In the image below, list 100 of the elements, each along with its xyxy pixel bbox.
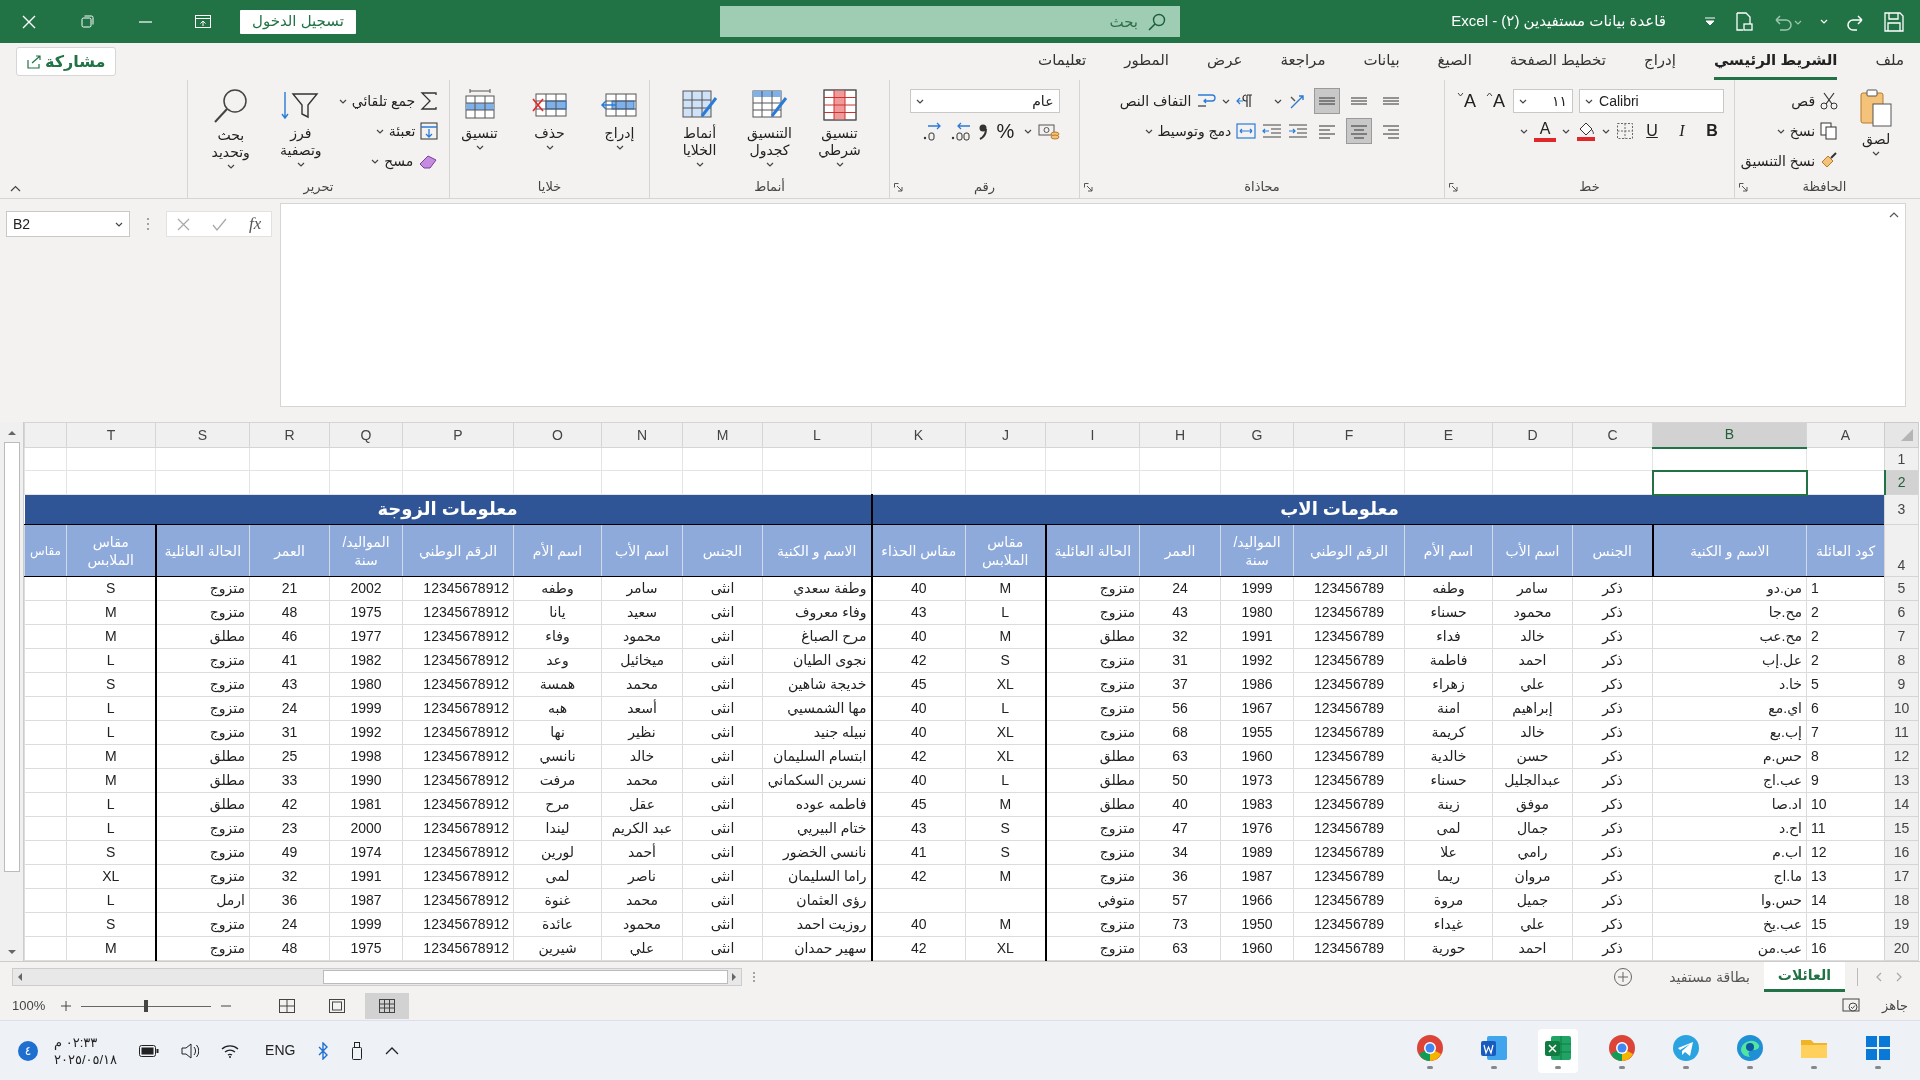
increase-decimal-icon[interactable] [949, 121, 972, 141]
show-hidden-icons-icon[interactable] [385, 1046, 400, 1055]
underline-button[interactable]: U [1640, 119, 1664, 143]
ribbon-button[interactable]: فرز وتصفية [268, 88, 333, 167]
clock-date[interactable]: ٢٠٢٥/٠٥/١٨ [54, 1050, 118, 1068]
decrease-font-button[interactable]: A [1455, 92, 1478, 110]
italic-button[interactable]: I [1670, 119, 1694, 143]
column-header[interactable]: D [1492, 422, 1573, 448]
enter-icon[interactable] [212, 217, 227, 231]
alignment-button[interactable] [1346, 118, 1373, 144]
ribbon-button[interactable]: إدراج [587, 88, 652, 150]
paper-plane-icon[interactable] [1671, 1032, 1701, 1063]
row-header[interactable]: 18 [1884, 888, 1919, 913]
round-browser-icon[interactable] [1415, 1032, 1445, 1063]
dialog-launcher-icon[interactable] [1739, 183, 1748, 192]
sign-in-button[interactable]: تسجيل الدخول [240, 9, 356, 34]
name-box[interactable]: B2 [6, 211, 130, 237]
row-header[interactable]: 13 [1884, 768, 1919, 793]
column-header[interactable]: S [155, 422, 250, 448]
accessibility-icon[interactable] [1841, 998, 1860, 1014]
print-preview-icon[interactable] [1734, 11, 1754, 32]
ribbon-button[interactable]: نسخ التنسيق [1740, 150, 1839, 172]
row-header[interactable]: 3 [1884, 494, 1919, 525]
collapse-ribbon-icon[interactable] [10, 185, 21, 192]
ribbon-tab[interactable]: المطور [1124, 43, 1169, 80]
dialog-launcher-icon[interactable] [894, 183, 903, 192]
ribbon-button[interactable]: قص [1791, 90, 1839, 112]
column-header[interactable]: T [66, 422, 156, 448]
row-header[interactable]: 20 [1884, 936, 1919, 961]
fill-color-icon[interactable] [1576, 121, 1596, 141]
row-header[interactable]: 9 [1884, 672, 1919, 697]
row-header[interactable]: 4 [1884, 524, 1919, 577]
formula-input[interactable] [280, 203, 1906, 407]
borders-icon[interactable] [1616, 122, 1634, 140]
ribbon-tab[interactable]: تعليمات [1038, 43, 1087, 80]
language-indicator[interactable]: ENG [265, 1040, 296, 1061]
column-header[interactable]: I [1045, 422, 1140, 448]
ribbon-button[interactable]: حذف [517, 88, 582, 150]
ribbon-button[interactable]: جمع تلقائي [338, 90, 439, 112]
ribbon-button[interactable]: تنسيق شرطي [807, 88, 872, 167]
row-header[interactable]: 15 [1884, 816, 1919, 841]
row-header[interactable]: 1 [1884, 447, 1919, 471]
sheet-tab[interactable]: بطاقة مستفيد [1655, 962, 1764, 992]
round-browser-icon[interactable] [1607, 1032, 1637, 1063]
horizontal-scrollbar[interactable] [12, 968, 742, 986]
ribbon-tab[interactable]: بيانات [1363, 43, 1400, 80]
cancel-icon[interactable] [177, 217, 190, 231]
ribbon-button[interactable]: دمج وتوسيط [1144, 120, 1257, 142]
row-header[interactable]: 6 [1884, 600, 1919, 625]
dialog-launcher-icon[interactable] [1084, 183, 1093, 192]
ribbon-button[interactable]: بحث وتحديد [198, 88, 263, 169]
row-header[interactable]: 16 [1884, 840, 1919, 865]
normal-view-button[interactable] [365, 993, 410, 1019]
zoom-in-icon[interactable] [61, 1001, 72, 1011]
column-header[interactable]: A [1806, 422, 1885, 448]
insert-function-button[interactable]: fx [249, 211, 262, 237]
ribbon-tab[interactable]: إدراج [1644, 43, 1676, 80]
comma-style-icon[interactable] [977, 122, 988, 140]
number-format-field[interactable]: عام [909, 89, 1060, 113]
font-size-field[interactable]: ١١ [1513, 89, 1573, 113]
column-header[interactable]: O [513, 422, 602, 448]
ribbon-tab[interactable]: الشريط الرئيسي [1713, 43, 1838, 80]
outdent-icon[interactable] [1262, 123, 1283, 139]
column-header[interactable]: L [762, 422, 872, 448]
ribbon-tab[interactable]: مراجعة [1280, 43, 1326, 80]
ribbon-button[interactable]: أنماط الخلايا [667, 88, 732, 167]
column-header[interactable]: K [871, 422, 966, 448]
volume-icon[interactable] [181, 1042, 200, 1059]
bold-button[interactable]: B [1700, 119, 1724, 143]
battery-icon[interactable] [139, 1044, 160, 1057]
clock-time[interactable]: ٠٢:٣٣ م [54, 1033, 98, 1051]
row-header[interactable]: 5 [1884, 576, 1919, 601]
ribbon-tab[interactable]: عرض [1207, 43, 1243, 80]
row-header[interactable]: 14 [1884, 792, 1919, 817]
column-header[interactable]: M [682, 422, 763, 448]
ribbon-button[interactable]: التفاف النص [1119, 90, 1217, 112]
indent-icon[interactable] [1288, 123, 1309, 139]
undo-icon[interactable] [1772, 12, 1802, 31]
ribbon-button[interactable]: لصق [1844, 88, 1909, 156]
selected-cell[interactable] [1652, 470, 1807, 495]
font-color-button[interactable]: A [1534, 120, 1556, 142]
row-header[interactable]: 19 [1884, 912, 1919, 937]
ribbon-button[interactable]: تعبئة [375, 120, 439, 142]
zoom-level[interactable]: 100% [12, 996, 46, 1016]
row-header[interactable]: 8 [1884, 648, 1919, 673]
wifi-icon[interactable] [221, 1043, 240, 1058]
bluetooth-icon[interactable] [317, 1041, 330, 1060]
row-header[interactable]: 17 [1884, 864, 1919, 889]
ribbon-tab[interactable]: الصيغ [1437, 43, 1472, 80]
ribbon-button[interactable]: التنسيق كجدول [737, 88, 802, 167]
dialog-launcher-icon[interactable] [1449, 183, 1458, 192]
usb-drive-icon[interactable] [351, 1041, 364, 1060]
zoom-thumb[interactable] [144, 1000, 149, 1012]
font-name-field[interactable]: Calibri [1579, 89, 1724, 113]
share-button[interactable]: مشاركة [16, 47, 117, 76]
save-icon[interactable] [1884, 11, 1904, 32]
zoom-slider[interactable] [81, 1000, 212, 1012]
vertical-scrollbar[interactable] [0, 422, 24, 961]
sheet-tab[interactable]: العائلات [1763, 962, 1845, 992]
column-header[interactable]: B [1652, 422, 1807, 448]
